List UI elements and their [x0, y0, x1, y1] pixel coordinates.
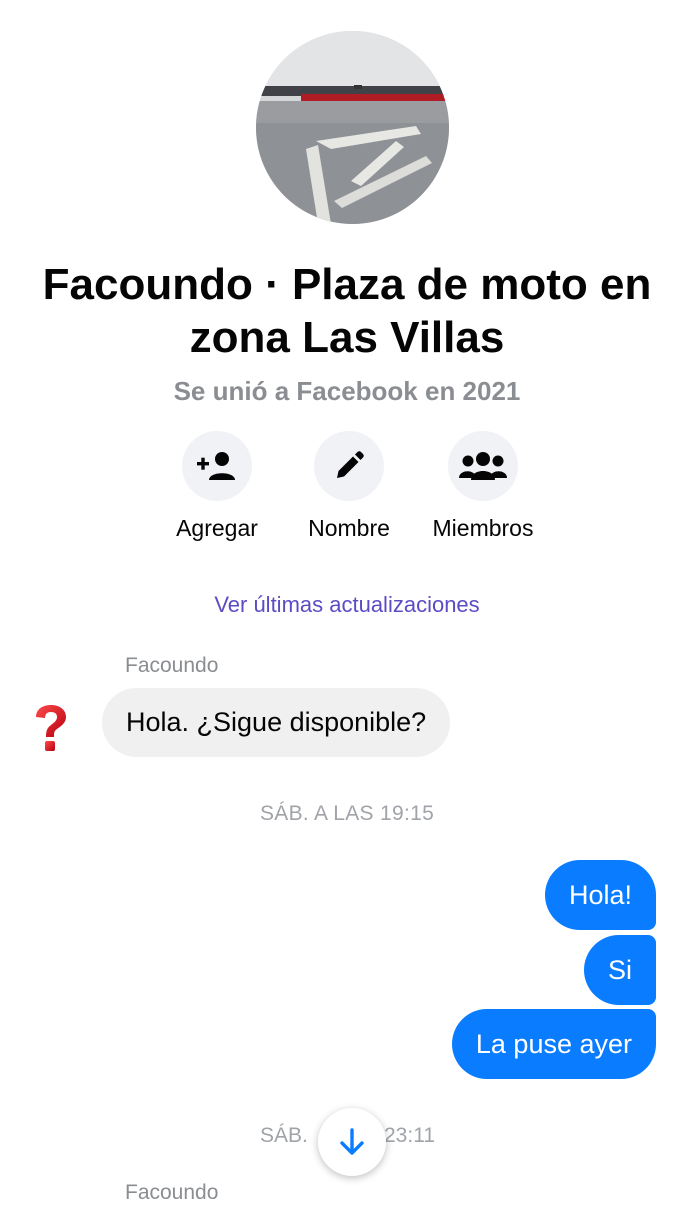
name-button[interactable]: Nombre: [279, 431, 419, 542]
outgoing-message-bubble[interactable]: Hola!: [544, 860, 656, 930]
add-button[interactable]: Agregar: [147, 431, 287, 542]
add-circle[interactable]: [182, 431, 252, 501]
sender-name: Facoundo: [125, 654, 219, 677]
question-mark-icon: [34, 705, 68, 760]
conversation-title: Facoundo · Plaza de moto en zona Las Vil…: [42, 260, 652, 362]
message-timestamp: SÁB. A LAS 19:15: [259, 802, 435, 825]
message-timestamp-end: 23:11: [384, 1124, 435, 1147]
message-timestamp-start: SÁB.: [260, 1124, 308, 1147]
members-label: Miembros: [432, 515, 534, 541]
outgoing-message-bubble[interactable]: Si: [583, 935, 656, 1005]
incoming-message-bubble[interactable]: Hola. ¿Sigue disponible?: [102, 688, 451, 757]
add-label: Agregar: [176, 515, 258, 541]
sender-name: Facoundo: [125, 1181, 219, 1204]
name-circle[interactable]: [314, 431, 384, 501]
add-person-icon: [197, 452, 235, 480]
outgoing-message-bubble[interactable]: La puse ayer: [451, 1009, 656, 1079]
view-updates-link[interactable]: Ver últimas actualizaciones: [0, 592, 694, 618]
group-avatar[interactable]: [256, 31, 449, 224]
arrow-down-icon: [340, 1128, 364, 1155]
members-circle[interactable]: [448, 431, 518, 501]
joined-facebook-text: Se unió a Facebook en 2021: [173, 376, 521, 406]
group-icon: [459, 452, 507, 480]
parking-photo: [256, 31, 449, 224]
pencil-icon: [337, 451, 364, 478]
members-button[interactable]: Miembros: [413, 431, 553, 542]
name-label: Nombre: [308, 515, 390, 541]
scroll-to-bottom-button[interactable]: [318, 1108, 386, 1176]
